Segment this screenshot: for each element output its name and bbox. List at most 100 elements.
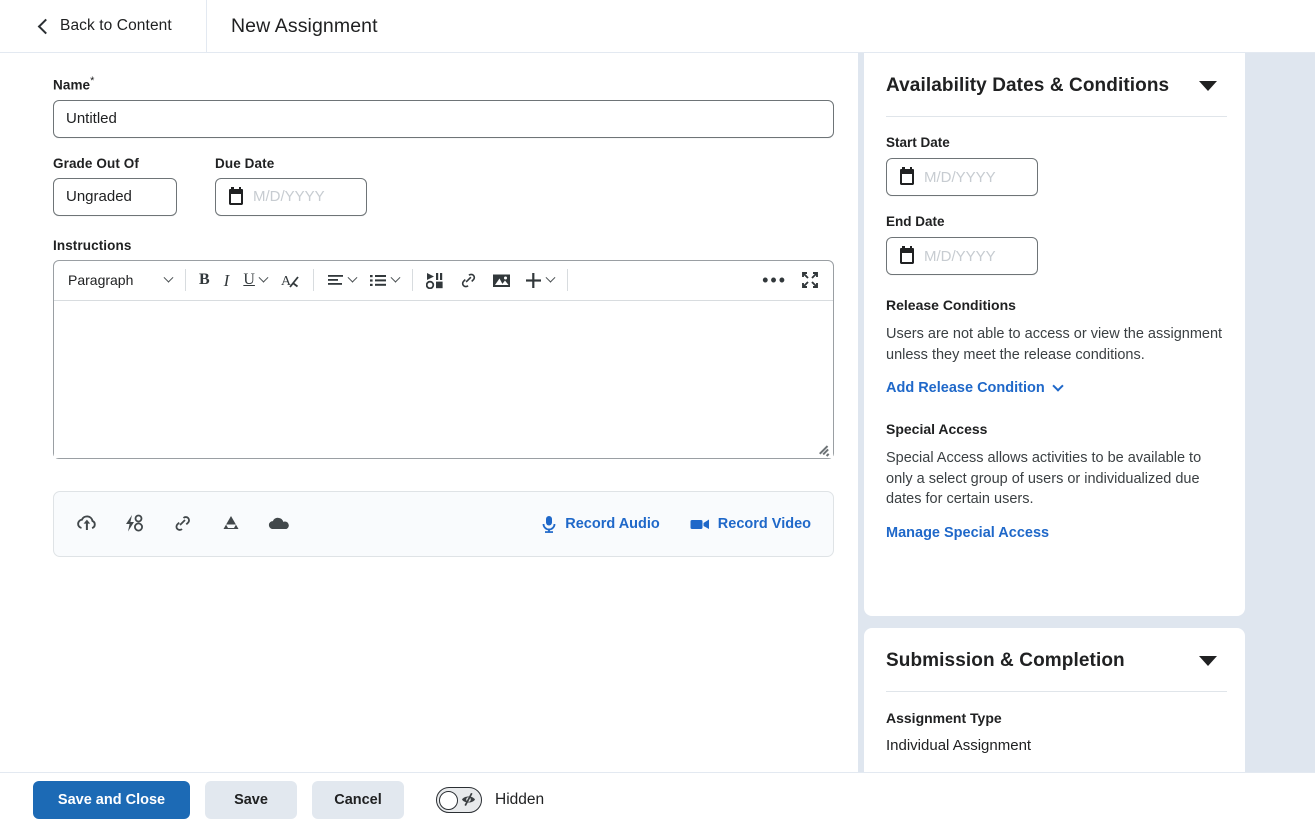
instructions-editor: Paragraph B I U A ••• — [53, 259, 834, 459]
assignment-type-value: Individual Assignment — [886, 737, 1032, 754]
record-audio-button[interactable]: Record Audio — [541, 515, 660, 533]
name-input-value: Untitled — [66, 110, 117, 127]
special-access-description: Special Access allows activities to be a… — [886, 450, 1202, 507]
form-action-bar: Save and Close Save Cancel Hidden — [0, 772, 1315, 827]
end-date-label: End Date — [886, 214, 945, 229]
submission-panel: Submission & Completion Assignment Type … — [864, 628, 1245, 772]
expand-icon — [802, 272, 818, 288]
manage-special-access-link[interactable]: Manage Special Access — [886, 525, 1049, 541]
editor-toolbar: Paragraph B I U A ••• — [54, 261, 833, 301]
bold-button[interactable]: B — [192, 266, 217, 294]
toolbar-divider — [411, 269, 413, 291]
availability-panel-header[interactable]: Availability Dates & Conditions — [886, 75, 1227, 97]
bold-icon: B — [199, 271, 210, 288]
video-camera-icon — [690, 519, 709, 529]
record-video-button[interactable]: Record Video — [690, 516, 811, 532]
toolbar-divider — [566, 269, 568, 291]
grade-out-of-input[interactable]: Ungraded — [53, 177, 177, 216]
grade-out-of-label: Grade Out Of — [53, 155, 139, 171]
quicklink-icon[interactable] — [124, 514, 146, 533]
end-date-input[interactable]: M/D/YYYY — [886, 237, 1038, 275]
top-navigation-bar: Back to Content New Assignment — [0, 0, 1315, 53]
chevron-down-icon — [545, 272, 556, 283]
grade-out-of-value: Ungraded — [66, 188, 132, 205]
insert-stuff-icon — [425, 272, 443, 289]
clear-formatting-icon: A — [281, 274, 299, 289]
name-label-text: Name — [53, 77, 91, 93]
grade-due-row: Grade Out Of Ungraded Due Date M/D/YYYY — [53, 156, 858, 216]
add-release-condition-label: Add Release Condition — [886, 380, 1045, 396]
google-drive-icon[interactable] — [220, 514, 242, 533]
calendar-icon — [899, 246, 915, 264]
due-date-placeholder: M/D/YYYY — [253, 188, 325, 205]
toggle-knob — [439, 790, 458, 810]
visibility-toggle[interactable]: Hidden — [436, 787, 544, 813]
add-release-condition-link[interactable]: Add Release Condition — [886, 380, 1064, 396]
save-and-close-button[interactable]: Save and Close — [33, 781, 190, 819]
insert-link-button[interactable] — [452, 266, 485, 294]
availability-panel: Availability Dates & Conditions Start Da… — [864, 53, 1245, 616]
collapse-caret-icon[interactable] — [1199, 656, 1217, 666]
chevron-left-icon — [37, 18, 54, 34]
manage-special-access-label: Manage Special Access — [886, 524, 1050, 541]
insert-stuff-button[interactable] — [419, 266, 452, 294]
italic-icon: I — [223, 270, 230, 290]
chevron-down-icon — [258, 272, 269, 283]
chevron-down-icon — [163, 272, 174, 283]
assignment-settings-sidebar: Availability Dates & Conditions Start Da… — [858, 53, 1315, 772]
upload-file-icon[interactable] — [76, 514, 98, 533]
save-button[interactable]: Save — [205, 781, 297, 819]
insert-image-button[interactable] — [485, 266, 518, 294]
paragraph-style-label: Paragraph — [68, 272, 134, 288]
resize-handle-icon[interactable] — [817, 443, 830, 457]
more-options-button[interactable]: ••• — [755, 266, 794, 294]
due-date-input[interactable]: M/D/YYYY — [215, 177, 367, 216]
visibility-label: Hidden — [495, 791, 545, 808]
visibility-toggle-switch[interactable] — [436, 787, 482, 813]
release-conditions-description: Users are not able to access or view the… — [886, 326, 1223, 363]
eye-off-icon — [462, 793, 475, 806]
onedrive-icon[interactable] — [268, 514, 292, 533]
special-access-heading: Special Access — [886, 421, 988, 437]
availability-panel-title: Availability Dates & Conditions — [886, 75, 1170, 96]
due-date-label: Due Date — [215, 155, 275, 171]
start-date-input[interactable]: M/D/YYYY — [886, 158, 1038, 196]
ellipsis-icon: ••• — [762, 269, 787, 290]
insert-more-button[interactable] — [518, 266, 561, 294]
underline-icon: U — [243, 271, 255, 288]
italic-button[interactable]: I — [217, 266, 237, 294]
required-marker: * — [90, 75, 95, 87]
instructions-text-area[interactable] — [54, 300, 833, 458]
record-video-label: Record Video — [717, 515, 811, 532]
calendar-icon — [228, 186, 244, 205]
assignment-form: Name* Untitled Grade Out Of Ungraded Due… — [0, 53, 858, 772]
plus-icon — [525, 272, 541, 288]
toolbar-divider — [312, 269, 314, 291]
fullscreen-button[interactable] — [794, 266, 826, 294]
end-date-placeholder: M/D/YYYY — [924, 247, 996, 265]
page-title: New Assignment — [231, 14, 378, 37]
collapse-caret-icon[interactable] — [1199, 81, 1217, 91]
align-left-icon — [327, 274, 343, 285]
chevron-down-icon — [390, 272, 401, 283]
list-button[interactable] — [363, 266, 406, 294]
instructions-label: Instructions — [53, 237, 132, 253]
cancel-button[interactable]: Cancel — [312, 781, 404, 819]
paragraph-style-dropdown[interactable]: Paragraph — [61, 266, 179, 294]
back-to-content-button[interactable]: Back to Content — [0, 0, 207, 53]
record-audio-label: Record Audio — [565, 515, 660, 532]
image-icon — [492, 274, 510, 287]
start-date-label: Start Date — [886, 135, 950, 150]
chevron-down-icon — [347, 272, 358, 283]
attachments-bar: Record Audio Record Video — [53, 490, 834, 557]
submission-panel-header[interactable]: Submission & Completion — [886, 650, 1227, 672]
name-input[interactable]: Untitled — [53, 99, 834, 138]
back-to-content-label: Back to Content — [60, 17, 172, 34]
due-date-group: Due Date M/D/YYYY — [215, 156, 367, 216]
submission-panel-title: Submission & Completion — [886, 650, 1125, 671]
attach-link-icon[interactable] — [172, 514, 194, 533]
toolbar-divider — [185, 269, 186, 291]
underline-button[interactable]: U — [236, 266, 274, 294]
align-button[interactable] — [320, 266, 363, 294]
clear-formatting-button[interactable]: A — [274, 266, 307, 294]
